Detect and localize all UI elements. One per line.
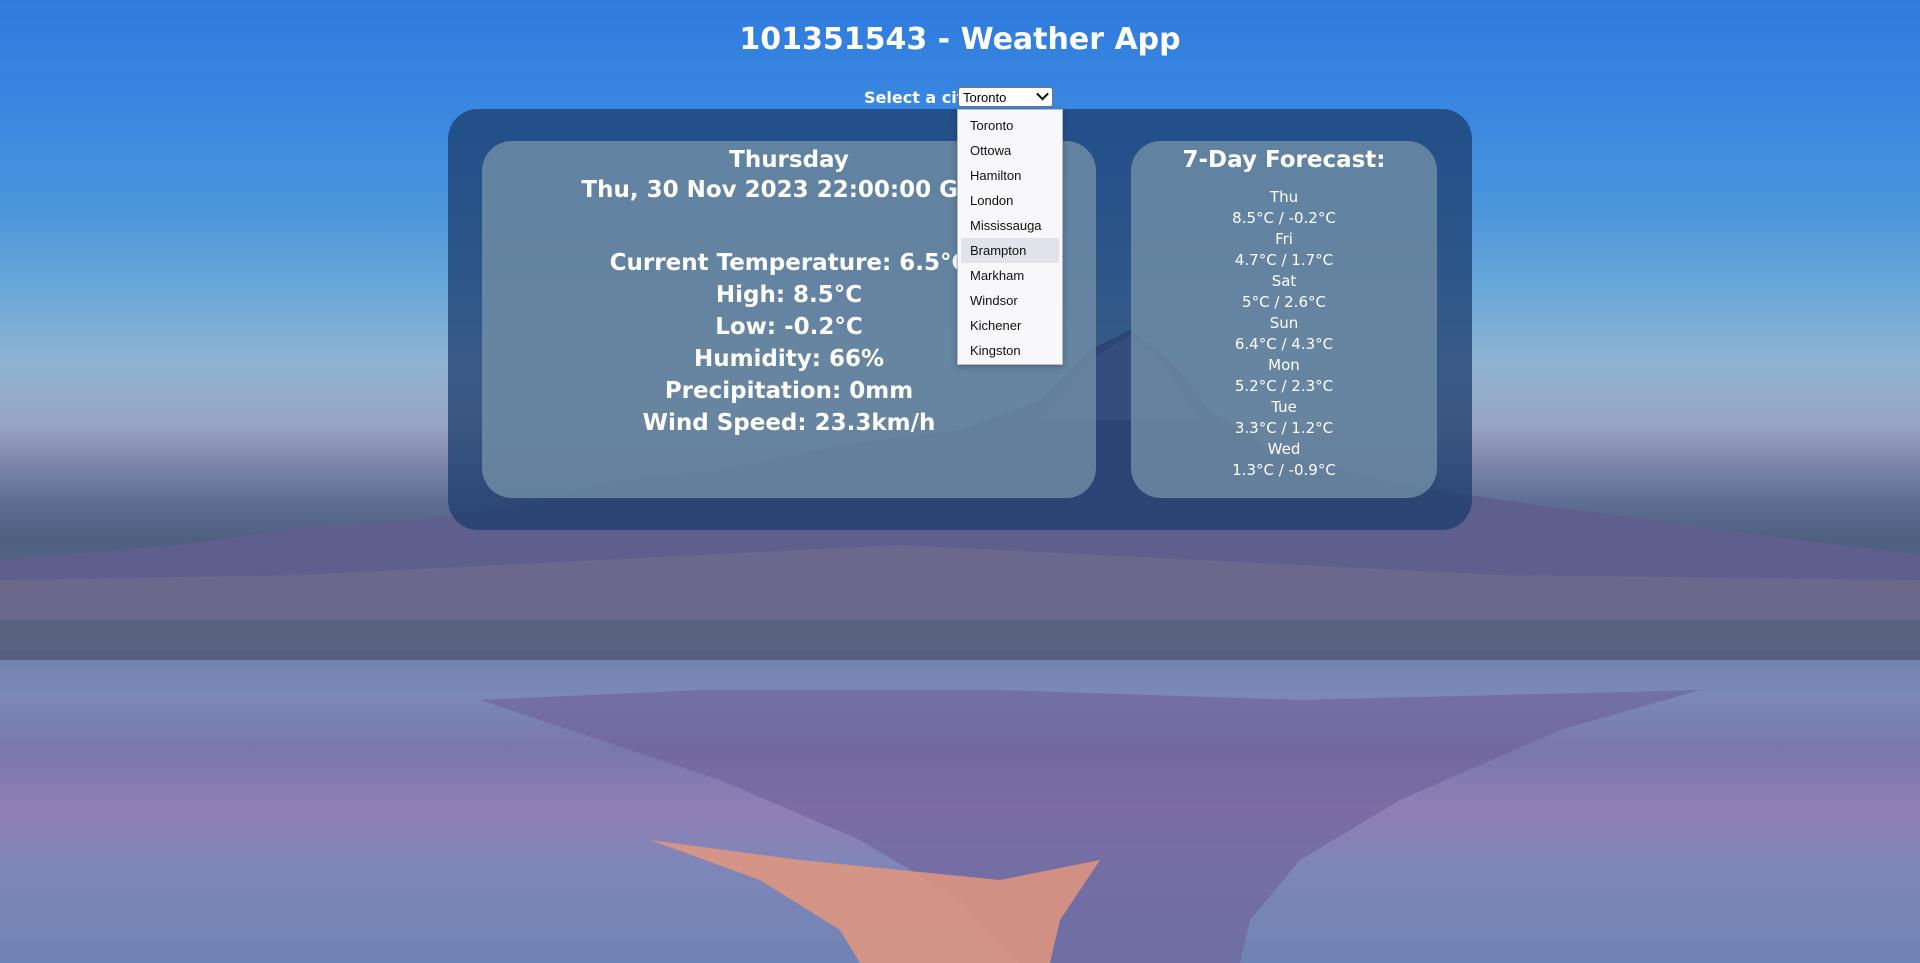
- chevron-down-icon: [1036, 87, 1049, 101]
- forecast-temps: 4.7°C / 1.7°C: [1234, 251, 1334, 269]
- forecast-temps: 5°C / 2.6°C: [1242, 293, 1326, 311]
- city-option-kichener[interactable]: Kichener: [961, 313, 1059, 338]
- forecast-title: 7-Day Forecast:: [1182, 147, 1386, 173]
- city-option-brampton[interactable]: Brampton: [961, 238, 1059, 263]
- forecast-list: Thu 8.5°C / -0.2°C Fri 4.7°C / 1.7°C Sat…: [1131, 187, 1437, 481]
- page-title: 101351543 - Weather App: [739, 22, 1181, 57]
- city-option-mississauga[interactable]: Mississauga: [961, 213, 1059, 238]
- city-option-windsor[interactable]: Windsor: [961, 288, 1059, 313]
- forecast-card: 7-Day Forecast: Thu 8.5°C / -0.2°C Fri 4…: [1131, 141, 1437, 498]
- city-select-value: Toronto: [963, 90, 1007, 105]
- city-option-ottowa[interactable]: Ottowa: [961, 138, 1059, 163]
- city-option-london[interactable]: London: [961, 188, 1059, 213]
- forecast-day: Wed: [1267, 440, 1301, 458]
- forecast-temps: 6.4°C / 4.3°C: [1234, 335, 1334, 353]
- city-dropdown-list: Toronto Ottowa Hamilton London Mississau…: [957, 109, 1063, 365]
- forecast-day: Sat: [1271, 272, 1297, 290]
- city-option-kingston[interactable]: Kingston: [961, 338, 1059, 363]
- precipitation: Precipitation: 0mm: [664, 378, 914, 404]
- forecast-temps: 8.5°C / -0.2°C: [1232, 209, 1336, 227]
- forecast-day: Tue: [1271, 398, 1297, 416]
- forecast-temps: 1.3°C / -0.9°C: [1232, 461, 1336, 479]
- forecast-day: Fri: [1275, 230, 1293, 248]
- wind-speed: Wind Speed: 23.3km/h: [642, 410, 936, 436]
- forecast-temps: 3.3°C / 1.2°C: [1234, 419, 1334, 437]
- forecast-day: Thu: [1269, 188, 1299, 206]
- city-option-markham[interactable]: Markham: [961, 263, 1059, 288]
- city-option-hamilton[interactable]: Hamilton: [961, 163, 1059, 188]
- forecast-temps: 5.2°C / 2.3°C: [1234, 377, 1334, 395]
- forecast-day: Sun: [1269, 314, 1299, 332]
- city-option-toronto[interactable]: Toronto: [961, 113, 1059, 138]
- forecast-day: Mon: [1268, 356, 1300, 374]
- city-select[interactable]: Toronto: [958, 87, 1053, 107]
